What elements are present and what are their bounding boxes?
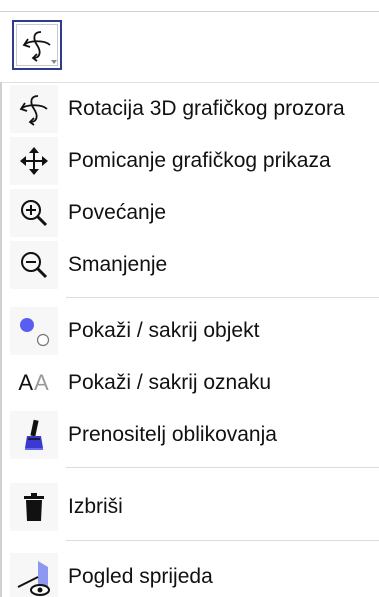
- menu-item-label: Izbriši: [68, 495, 123, 518]
- zoom-in-icon: [10, 189, 58, 237]
- move-view-icon: [10, 137, 58, 185]
- menu-item-label: Prenositelj oblikovanja: [68, 423, 277, 446]
- menu-item-show-hide-label[interactable]: AA Pokaži / sakrij oznaku: [10, 358, 379, 408]
- menu-separator: [66, 540, 379, 541]
- menu-item-view-front[interactable]: Pogled sprijeda: [10, 552, 379, 597]
- show-hide-object-icon: [10, 307, 58, 355]
- view-front-icon: [10, 553, 58, 597]
- label-icon-glyph: AA: [18, 370, 50, 395]
- menu-item-label: Povećanje: [68, 201, 167, 224]
- show-hide-label-icon: AA: [10, 359, 58, 407]
- active-tool-button[interactable]: [12, 20, 62, 70]
- menu-item-show-hide-object[interactable]: Pokaži / sakrij objekt: [10, 306, 379, 356]
- menu-item-label: Rotacija 3D grafičkog prozora: [68, 97, 345, 120]
- menu-top-border: [0, 82, 379, 83]
- menu-item-label: Pokaži / sakrij objekt: [68, 319, 260, 342]
- menu-left-border: [0, 82, 2, 597]
- menu-item-move-view[interactable]: Pomicanje grafičkog prikaza: [10, 136, 379, 186]
- zoom-out-icon: [10, 241, 58, 289]
- menu-separator: [66, 297, 379, 298]
- menu-item-label: Smanjenje: [68, 253, 168, 276]
- menu-item-rotate-3d[interactable]: Rotacija 3D grafičkog prozora: [10, 84, 379, 134]
- rotate-3d-icon: [10, 85, 58, 133]
- menu-item-label: Pokaži / sakrij oznaku: [68, 371, 272, 394]
- menu-separator: [66, 467, 379, 468]
- menu-item-delete[interactable]: Izbriši: [10, 482, 379, 532]
- menu-item-label: Pogled sprijeda: [68, 565, 213, 588]
- menu-item-zoom-in[interactable]: Povećanje: [10, 188, 379, 238]
- top-divider: [0, 11, 379, 12]
- dropdown-corner-icon: [51, 60, 57, 64]
- trash-icon: [10, 483, 58, 531]
- menu-item-zoom-out[interactable]: Smanjenje: [10, 240, 379, 290]
- copy-style-brush-icon: [10, 411, 58, 459]
- tool-menu-window: Rotacija 3D grafičkog prozora Pomicanje …: [0, 0, 379, 597]
- menu-item-label: Pomicanje grafičkog prikaza: [68, 149, 331, 172]
- menu-item-copy-style[interactable]: Prenositelj oblikovanja: [10, 410, 379, 460]
